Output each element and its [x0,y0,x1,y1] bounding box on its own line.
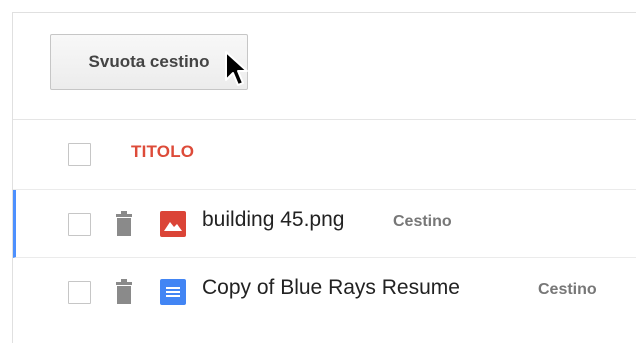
trash-panel: Svuota cestino TITOLO building 45.png Ce… [12,12,636,343]
trash-icon [116,279,132,304]
status-label: Cestino [538,281,597,298]
title-column-header[interactable]: TITOLO [131,142,194,162]
document-file-icon [160,279,186,305]
empty-trash-button[interactable]: Svuota cestino [50,34,248,90]
list-item[interactable]: building 45.png Cestino [13,190,636,258]
list-item[interactable]: Copy of Blue Rays Resume Cestino [13,258,636,326]
mouse-pointer-icon [225,51,248,86]
file-name[interactable]: Copy of Blue Rays Resume [202,276,460,300]
select-all-checkbox[interactable] [68,143,91,166]
toolbar: Svuota cestino [13,13,636,120]
trash-icon [116,211,132,236]
list-header: TITOLO [13,120,636,190]
image-file-icon [160,211,186,237]
status-label: Cestino [393,213,452,230]
row-checkbox[interactable] [68,213,91,236]
file-name[interactable]: building 45.png [202,208,344,232]
row-checkbox[interactable] [68,281,91,304]
